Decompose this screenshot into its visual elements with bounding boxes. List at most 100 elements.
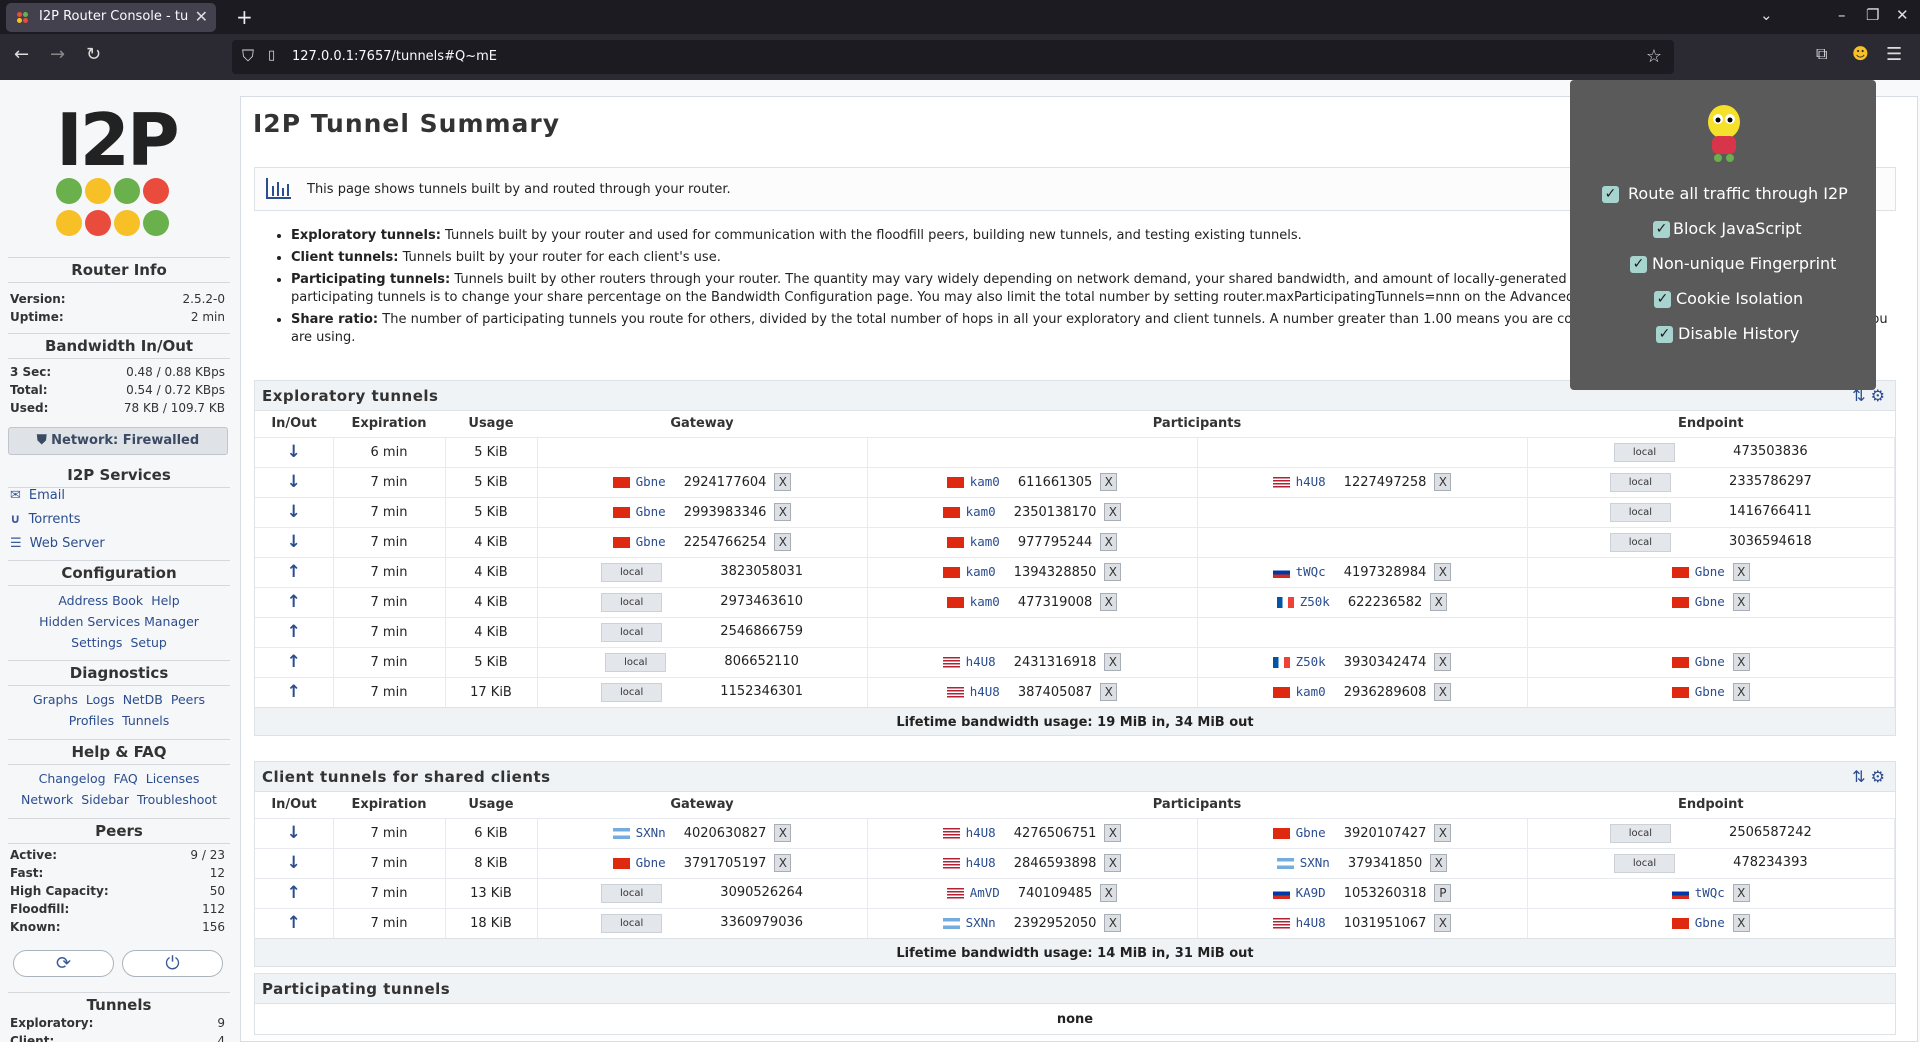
ban-router-button[interactable]: X [774, 533, 792, 551]
ban-router-button[interactable]: X [1732, 653, 1750, 671]
ban-router-button[interactable]: X [1732, 914, 1750, 933]
ban-router-button[interactable]: X [1434, 824, 1452, 842]
configuration-title[interactable]: Configuration [8, 560, 230, 586]
link-hidden-services-manager[interactable]: Hidden Services Manager [39, 614, 199, 629]
ban-router-button[interactable]: X [1434, 473, 1452, 491]
ban-router-button[interactable]: X [1732, 563, 1750, 581]
non-unique-fingerprint-checkbox[interactable]: ✓ [1630, 256, 1647, 273]
ban-router-button[interactable]: X [774, 854, 792, 872]
ban-router-button[interactable]: X [1434, 563, 1452, 581]
extensions-icon[interactable]: ⧉ [1816, 44, 1827, 64]
router-hash-link[interactable]: h4U8 [1296, 915, 1326, 930]
network-status-button[interactable]: ⛊ Network: Firewalled [8, 427, 228, 455]
ban-router-button[interactable]: X [1104, 854, 1122, 872]
ban-router-button[interactable]: X [774, 824, 792, 842]
ban-router-button[interactable]: X [1104, 653, 1122, 671]
ban-router-button[interactable]: X [1100, 884, 1118, 902]
ban-router-button[interactable]: P [1434, 884, 1452, 902]
router-hash-link[interactable]: h4U8 [970, 684, 1000, 699]
router-hash-link[interactable]: h4U8 [966, 855, 996, 870]
ban-router-button[interactable]: X [1434, 914, 1452, 933]
link-setup[interactable]: Setup [130, 635, 166, 650]
router-hash-link[interactable]: Gbne [1695, 915, 1725, 930]
i2p-extension-icon[interactable]: ☻ [1852, 44, 1869, 63]
router-hash-link[interactable]: Gbne [1695, 594, 1725, 609]
url-bar[interactable]: ⛉ ▯ 127.0.0.1:7657/tunnels#Q~mE ☆ [232, 40, 1674, 74]
router-hash-link[interactable]: kam0 [970, 474, 1000, 489]
ban-router-button[interactable]: X [1104, 824, 1122, 842]
disable-history-checkbox[interactable]: ✓ [1656, 326, 1673, 343]
tab-list-icon[interactable]: ⌄ [1760, 6, 1773, 24]
router-hash-link[interactable]: Gbne [636, 534, 666, 549]
restart-button[interactable]: ⟳ [13, 950, 114, 977]
link-netdb[interactable]: NetDB [123, 692, 163, 707]
shield-icon[interactable]: ⛉ [242, 46, 254, 66]
ban-router-button[interactable]: X [1430, 593, 1448, 611]
ban-router-button[interactable]: X [1100, 473, 1118, 491]
router-info-title[interactable]: Router Info [8, 257, 230, 283]
close-tab-icon[interactable]: ✕ [195, 7, 208, 26]
router-hash-link[interactable]: AmVD [970, 885, 1000, 900]
router-hash-link[interactable]: Gbne [1695, 684, 1725, 699]
services-title[interactable]: I2P Services [8, 463, 230, 488]
router-hash-link[interactable]: kam0 [966, 504, 996, 519]
router-hash-link[interactable]: Gbne [1695, 564, 1725, 579]
router-hash-link[interactable]: Gbne [636, 504, 666, 519]
link-peers[interactable]: Peers [171, 692, 205, 707]
ban-router-button[interactable]: X [1732, 884, 1750, 902]
link-tunnels[interactable]: Tunnels [122, 713, 169, 728]
router-hash-link[interactable]: kam0 [970, 594, 1000, 609]
new-tab-icon[interactable]: + [236, 5, 253, 29]
ban-router-button[interactable]: X [1100, 683, 1118, 702]
router-hash-link[interactable]: Gbne [1695, 654, 1725, 669]
block-javascript-checkbox[interactable]: ✓ [1653, 221, 1670, 238]
url-text[interactable]: 127.0.0.1:7657/tunnels#Q~mE [292, 49, 497, 64]
forward-icon[interactable]: → [50, 44, 65, 65]
router-hash-link[interactable]: kam0 [966, 564, 996, 579]
link-network[interactable]: Network [21, 792, 73, 807]
bookmark-star-icon[interactable]: ☆ [1646, 46, 1662, 67]
router-hash-link[interactable]: kam0 [1296, 684, 1326, 699]
back-icon[interactable]: ← [14, 44, 29, 65]
ban-router-button[interactable]: X [1104, 503, 1122, 521]
link-changelog[interactable]: Changelog [39, 771, 106, 786]
router-hash-link[interactable]: h4U8 [1296, 474, 1326, 489]
minimize-icon[interactable]: – [1838, 6, 1846, 24]
ban-router-button[interactable]: X [1434, 683, 1452, 702]
diagnostics-title[interactable]: Diagnostics [8, 660, 230, 686]
ban-router-button[interactable]: X [1100, 593, 1118, 611]
link-sidebar[interactable]: Sidebar [81, 792, 129, 807]
tab-i2p-router-console[interactable]: I2P Router Console - tunnels ✕ [6, 3, 216, 32]
link-troubleshoot[interactable]: Troubleshoot [137, 792, 217, 807]
link-help[interactable]: Help [151, 593, 180, 608]
ban-router-button[interactable]: X [774, 503, 792, 521]
router-hash-link[interactable]: SXNn [966, 915, 996, 930]
link-settings[interactable]: Settings [71, 635, 122, 650]
router-hash-link[interactable]: kam0 [970, 534, 1000, 549]
help-faq-title[interactable]: Help & FAQ [8, 739, 230, 765]
peers-title[interactable]: Peers [8, 818, 230, 844]
service-torrents[interactable]: ∪ Torrents [10, 512, 81, 527]
ban-router-button[interactable]: X [1434, 653, 1452, 671]
service-web-server[interactable]: ☰ Web Server [10, 536, 105, 551]
ban-router-button[interactable]: X [1104, 563, 1122, 581]
close-window-icon[interactable]: ✕ [1896, 6, 1909, 24]
router-hash-link[interactable]: h4U8 [966, 654, 996, 669]
link-logs[interactable]: Logs [86, 692, 115, 707]
router-hash-link[interactable]: h4U8 [966, 825, 996, 840]
router-hash-link[interactable]: tWQc [1296, 564, 1326, 579]
ban-router-button[interactable]: X [774, 473, 792, 491]
cookie-isolation-checkbox[interactable]: ✓ [1654, 291, 1671, 308]
link-graphs[interactable]: Graphs [33, 692, 78, 707]
router-hash-link[interactable]: KA9D [1296, 885, 1326, 900]
tunnels-title[interactable]: Tunnels [8, 992, 230, 1017]
router-hash-link[interactable]: tWQc [1695, 885, 1725, 900]
service-email[interactable]: ✉ Email [10, 488, 65, 503]
i2p-logo[interactable]: I2P [56, 98, 180, 182]
sort-and-settings-icon[interactable]: ⇅ ⚙ [1852, 767, 1885, 786]
page-icon[interactable]: ▯ [268, 48, 275, 63]
route-all-traffic-checkbox[interactable]: ✓ [1602, 186, 1619, 203]
router-hash-link[interactable]: SXNn [1300, 855, 1330, 870]
link-profiles[interactable]: Profiles [69, 713, 114, 728]
ban-router-button[interactable]: X [1104, 914, 1122, 933]
